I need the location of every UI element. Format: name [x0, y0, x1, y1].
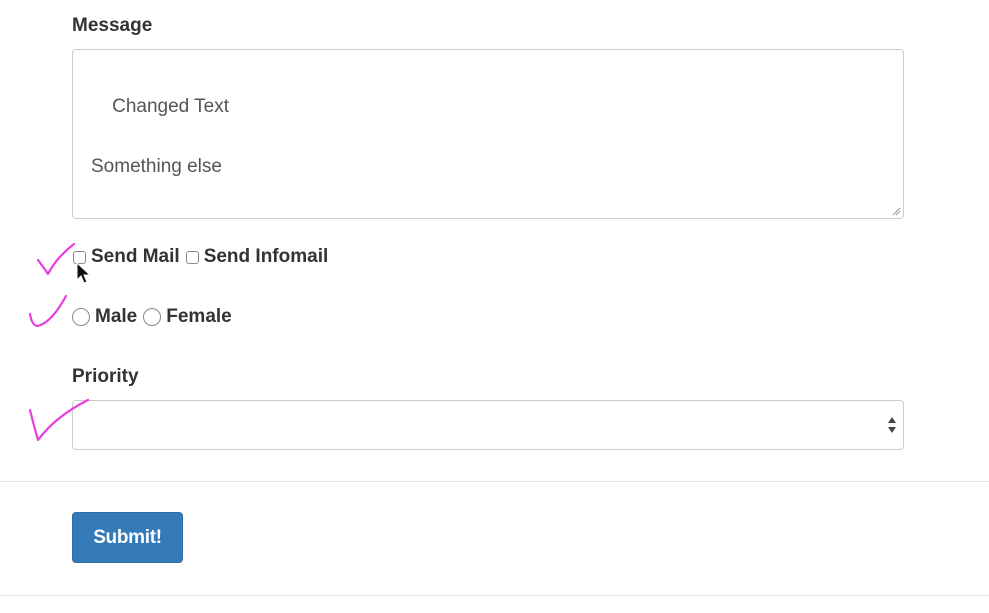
- select-updown-icon: [888, 417, 896, 433]
- annotation-check-2-icon: [28, 294, 68, 328]
- submit-button[interactable]: Submit!: [72, 512, 183, 563]
- form-page: Message Changed Text Something else Send…: [0, 0, 989, 613]
- send-infomail-checkbox[interactable]: [185, 250, 199, 264]
- female-radio[interactable]: [143, 308, 162, 326]
- footer-divider: [0, 595, 989, 596]
- resize-grip-icon[interactable]: [891, 206, 901, 216]
- message-textarea[interactable]: Changed Text Something else: [72, 49, 904, 219]
- male-label[interactable]: Male: [95, 306, 137, 328]
- send-mail-label[interactable]: Send Mail: [91, 246, 180, 268]
- radio-group: Male Female: [72, 306, 238, 328]
- checkbox-group: Send Mail Send Infomail: [73, 246, 334, 268]
- message-text: Changed Text Something else: [91, 96, 230, 177]
- annotation-check-3-icon: [28, 398, 90, 442]
- female-label[interactable]: Female: [166, 306, 231, 328]
- annotation-check-1-icon: [36, 242, 76, 276]
- male-radio[interactable]: [72, 308, 90, 326]
- priority-select[interactable]: [72, 400, 904, 450]
- message-label: Message: [72, 15, 153, 36]
- send-infomail-label[interactable]: Send Infomail: [204, 246, 329, 268]
- mouse-cursor-icon: [76, 262, 92, 284]
- form-divider: [0, 481, 989, 482]
- priority-label: Priority: [72, 366, 139, 387]
